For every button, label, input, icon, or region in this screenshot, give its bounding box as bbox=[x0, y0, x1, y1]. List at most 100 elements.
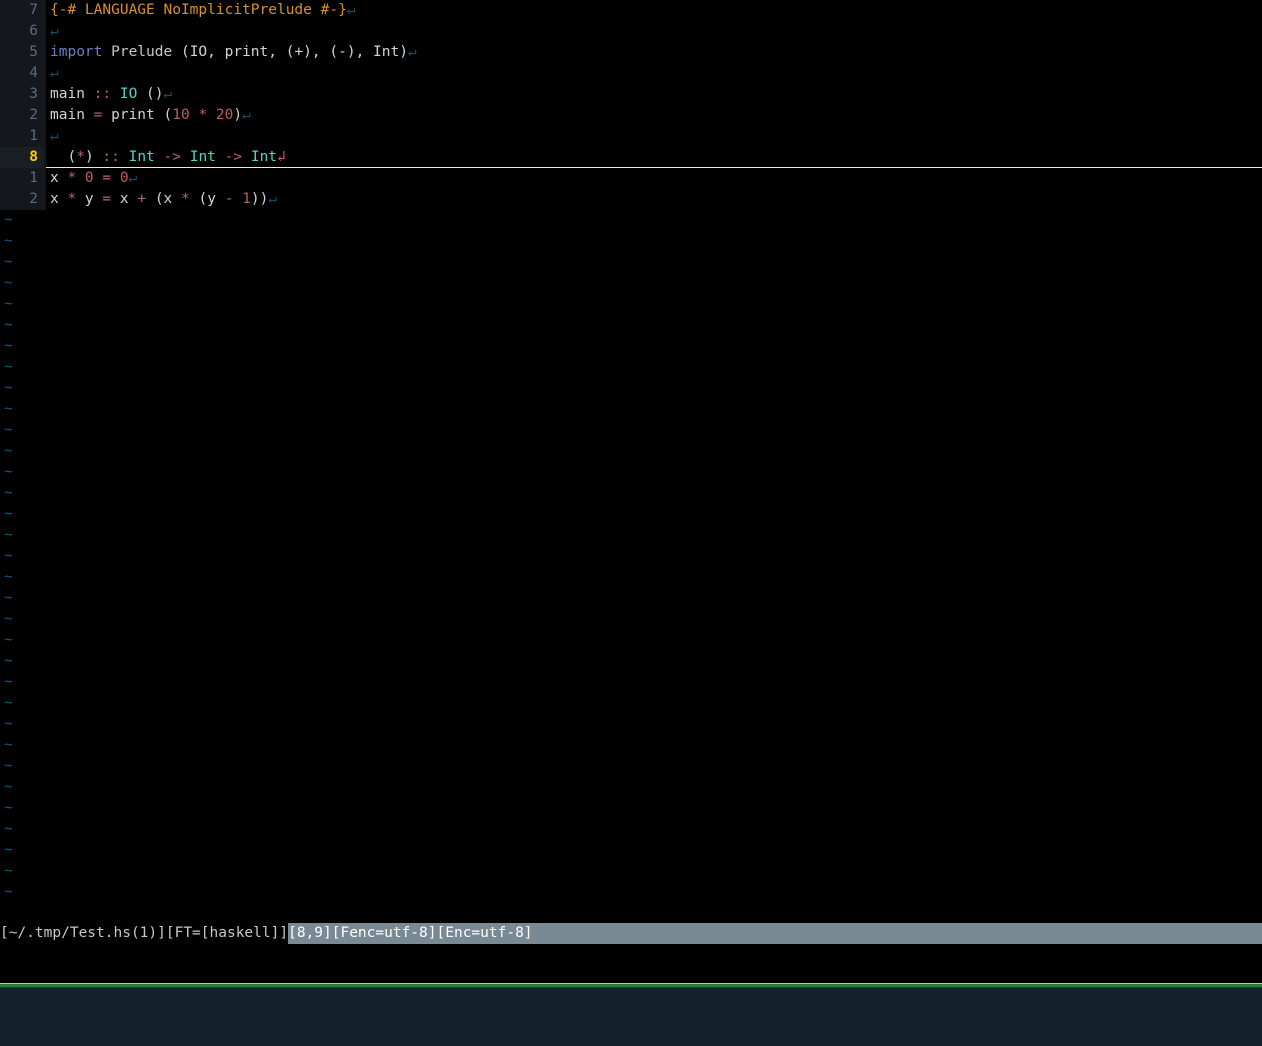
identifier: x bbox=[50, 191, 67, 207]
arrow-op: -> bbox=[155, 149, 190, 165]
line-number: 3 bbox=[0, 84, 46, 105]
number: 1 bbox=[233, 191, 250, 207]
type-name: Int bbox=[190, 149, 216, 165]
empty-line-tilde: ~ bbox=[0, 231, 1262, 252]
eol-icon: ↵ bbox=[164, 86, 173, 102]
code-line[interactable]: 2 main = print (10 * 20)↵ bbox=[0, 105, 1262, 126]
cursor-eol-icon: ↲ bbox=[277, 147, 286, 168]
code-line[interactable]: 4 ↵ bbox=[0, 63, 1262, 84]
empty-line-tilde: ~ bbox=[0, 756, 1262, 777]
empty-line-tilde: ~ bbox=[0, 294, 1262, 315]
empty-line-tilde: ~ bbox=[0, 357, 1262, 378]
empty-line-tilde: ~ bbox=[0, 252, 1262, 273]
current-line-number: 8 bbox=[0, 147, 46, 168]
code-line[interactable]: 5 import Prelude (IO, print, (+), (-), I… bbox=[0, 42, 1262, 63]
empty-line-tilde: ~ bbox=[0, 315, 1262, 336]
empty-line-tilde: ~ bbox=[0, 546, 1262, 567]
double-colon: :: bbox=[94, 86, 111, 102]
star-op: * bbox=[67, 170, 76, 186]
status-line: [~/.tmp/Test.hs(1)][FT=[haskell]] [8,9][… bbox=[0, 923, 1262, 944]
eol-icon: ↵ bbox=[50, 65, 59, 81]
empty-line-tilde: ~ bbox=[0, 378, 1262, 399]
code-line[interactable]: 2 x * y = x + (x * (y - 1))↵ bbox=[0, 189, 1262, 210]
line-number: 2 bbox=[0, 105, 46, 126]
empty-line-tilde: ~ bbox=[0, 420, 1262, 441]
line-number: 1 bbox=[0, 168, 46, 189]
equals-op: = bbox=[102, 170, 111, 186]
cursor-line[interactable]: 8 (*) :: Int -> Int -> Int↲ bbox=[0, 147, 1262, 168]
module-name: Prelude bbox=[102, 44, 181, 60]
eol-icon: ↵ bbox=[129, 170, 138, 186]
number: 20 bbox=[216, 107, 233, 123]
empty-line-tilde: ~ bbox=[0, 861, 1262, 882]
number: 0 bbox=[111, 170, 128, 186]
code-line[interactable]: 1 x * 0 = 0↵ bbox=[0, 168, 1262, 189]
lparen: ( bbox=[164, 107, 173, 123]
identifier: y bbox=[207, 191, 224, 207]
editor-area[interactable]: 7 {-# LANGUAGE NoImplicitPrelude #-}↵ 6 … bbox=[0, 0, 1262, 900]
star-op: * bbox=[181, 191, 190, 207]
eol-icon: ↵ bbox=[242, 107, 251, 123]
eol-icon: ↵ bbox=[50, 128, 59, 144]
padding bbox=[50, 149, 67, 165]
plus-op: + bbox=[137, 191, 146, 207]
identifier: main bbox=[50, 86, 94, 102]
empty-buffer-area: ~~~~~~~~~~~~~~~~~~~~~~~~~~~~~~~~~ bbox=[0, 210, 1262, 903]
status-cursor-info: [8,9][Fenc=utf-8][Enc=utf-8] bbox=[288, 923, 1262, 944]
status-file-info: [~/.tmp/Test.hs(1)][FT=[haskell]] bbox=[0, 923, 288, 944]
eol-icon: ↵ bbox=[50, 23, 59, 39]
star-op: * bbox=[67, 191, 76, 207]
line-number: 7 bbox=[0, 0, 46, 21]
empty-line-tilde: ~ bbox=[0, 609, 1262, 630]
type-name: Int bbox=[251, 149, 277, 165]
line-number: 4 bbox=[0, 63, 46, 84]
lparen: ( bbox=[155, 191, 164, 207]
empty-line-tilde: ~ bbox=[0, 462, 1262, 483]
identifier: x bbox=[164, 191, 181, 207]
rparen: ) bbox=[233, 107, 242, 123]
empty-line-tilde: ~ bbox=[0, 630, 1262, 651]
arrow-op: -> bbox=[216, 149, 251, 165]
number: 10 bbox=[172, 107, 189, 123]
empty-line-tilde: ~ bbox=[0, 567, 1262, 588]
pragma-comment: {-# LANGUAGE NoImplicitPrelude #-} bbox=[50, 2, 347, 18]
code-line[interactable]: 3 main :: IO ()↵ bbox=[0, 84, 1262, 105]
lparen: ( bbox=[198, 191, 207, 207]
command-area[interactable] bbox=[0, 988, 1262, 1046]
empty-line-tilde: ~ bbox=[0, 714, 1262, 735]
eol-icon: ↵ bbox=[268, 191, 277, 207]
identifier: x bbox=[111, 191, 137, 207]
double-colon: :: bbox=[94, 149, 129, 165]
import-keyword: import bbox=[50, 44, 102, 60]
empty-line-tilde: ~ bbox=[0, 882, 1262, 903]
type-name: Int bbox=[129, 149, 155, 165]
number: 0 bbox=[76, 170, 102, 186]
rparen: ) bbox=[251, 191, 260, 207]
code-line[interactable]: 1 ↵ bbox=[0, 126, 1262, 147]
identifier: y bbox=[76, 191, 102, 207]
code-line[interactable]: 7 {-# LANGUAGE NoImplicitPrelude #-}↵ bbox=[0, 0, 1262, 21]
line-number: 1 bbox=[0, 126, 46, 147]
lparen: ( bbox=[67, 149, 76, 165]
empty-line-tilde: ~ bbox=[0, 672, 1262, 693]
eol-icon: ↵ bbox=[408, 44, 417, 60]
star-op: * bbox=[190, 107, 216, 123]
identifier: x bbox=[50, 170, 67, 186]
import-list: (IO, print, (+), (-), Int) bbox=[181, 44, 408, 60]
empty-line-tilde: ~ bbox=[0, 483, 1262, 504]
empty-line-tilde: ~ bbox=[0, 693, 1262, 714]
line-number: 2 bbox=[0, 189, 46, 210]
empty-line-tilde: ~ bbox=[0, 819, 1262, 840]
empty-line-tilde: ~ bbox=[0, 588, 1262, 609]
code-line[interactable]: 6 ↵ bbox=[0, 21, 1262, 42]
line-number: 5 bbox=[0, 42, 46, 63]
empty-line-tilde: ~ bbox=[0, 525, 1262, 546]
empty-line-tilde: ~ bbox=[0, 504, 1262, 525]
empty-line-tilde: ~ bbox=[0, 798, 1262, 819]
identifier: print bbox=[102, 107, 163, 123]
equals-op: = bbox=[102, 191, 111, 207]
empty-line-tilde: ~ bbox=[0, 840, 1262, 861]
empty-line-tilde: ~ bbox=[0, 336, 1262, 357]
empty-line-tilde: ~ bbox=[0, 777, 1262, 798]
rparen: ) bbox=[85, 149, 94, 165]
